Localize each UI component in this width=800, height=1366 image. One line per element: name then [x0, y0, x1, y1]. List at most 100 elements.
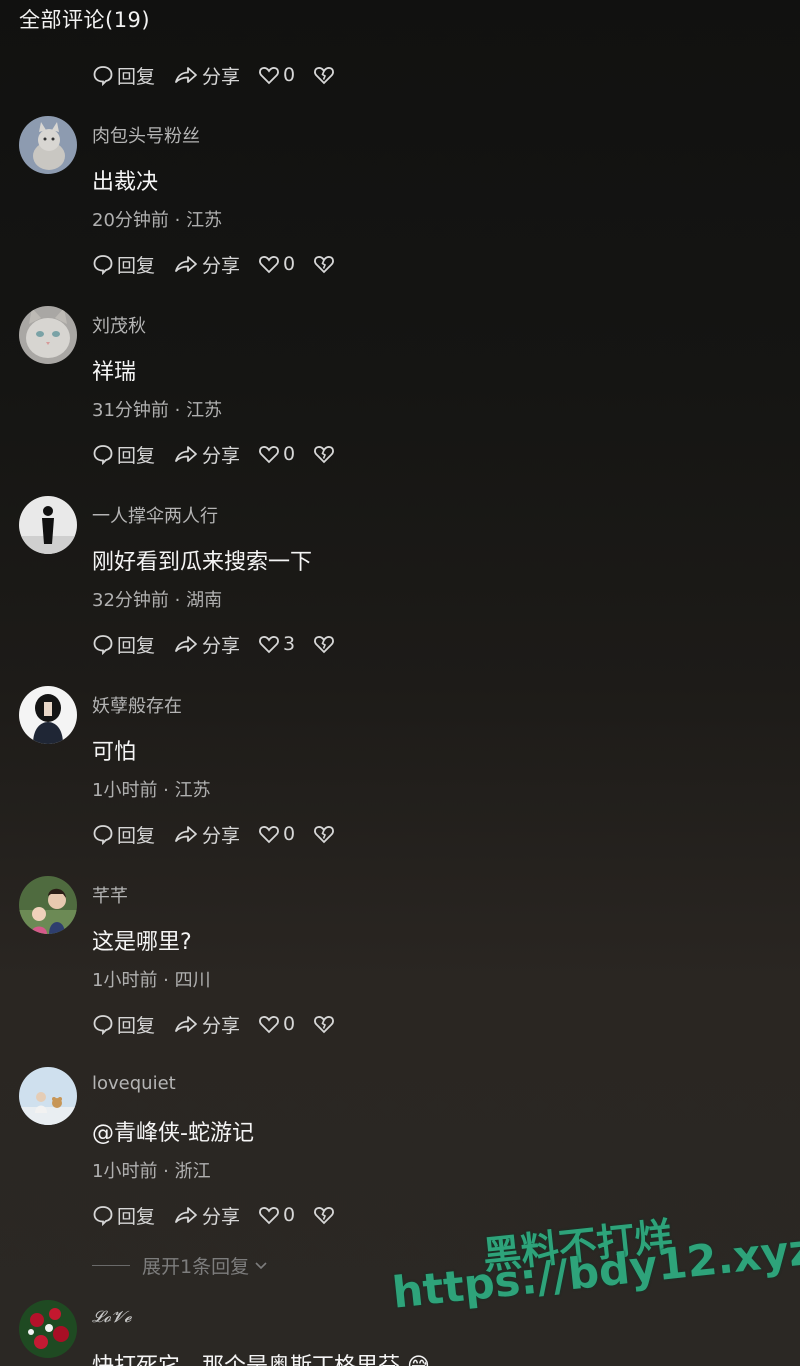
username[interactable]: 刘茂秋 [92, 312, 146, 338]
share-label: 分享 [202, 254, 241, 277]
speech-bubble-icon [93, 1015, 113, 1035]
comment-text: 刚好看到瓜来搜索一下 [92, 550, 313, 575]
action-row: 回复 分享 0 [92, 62, 353, 88]
reply-label: 回复 [117, 1014, 156, 1037]
speech-bubble-icon [93, 255, 113, 275]
comments-title: 全部评论(19) [19, 8, 151, 32]
like-count: 0 [283, 1013, 296, 1035]
heart-outline-icon [259, 636, 279, 654]
like-count: 0 [283, 443, 296, 465]
share-label: 分享 [202, 1205, 241, 1228]
share-button[interactable]: 分享 [173, 62, 240, 89]
dislike-button[interactable] [313, 823, 335, 845]
comment-meta: 1小时前 · 江苏 [92, 780, 211, 801]
comment-item: 一人撑伞两人行 刚好看到瓜来搜索一下 32分钟前 · 湖南 回复 分享 3 [0, 496, 800, 681]
avatar[interactable] [19, 1067, 77, 1125]
share-arrow-icon [175, 636, 197, 652]
share-button[interactable]: 分享 [173, 1011, 240, 1038]
username[interactable]: lovequiet [92, 1073, 176, 1094]
reply-button[interactable]: 回复 [92, 441, 155, 468]
comment-item: 妖孽般存在 可怕 1小时前 · 江苏 回复 分享 0 [0, 686, 800, 871]
heart-outline-icon [259, 1207, 279, 1225]
silhouette-avatar [19, 496, 77, 554]
expand-replies-button[interactable]: 展开1条回复 [92, 1252, 269, 1279]
comment-item: 𝓛𝓸𝓥𝓮 快打死它，那个是奥斯丁格里芬 😅 [0, 1300, 800, 1366]
share-button[interactable]: 分享 [173, 631, 240, 658]
comment-meta: 32分钟前 · 湖南 [92, 590, 223, 611]
share-arrow-icon [175, 826, 197, 842]
broken-heart-icon [314, 67, 335, 85]
speech-bubble-icon [93, 1206, 113, 1226]
broken-heart-icon [314, 636, 335, 654]
share-label: 分享 [202, 824, 241, 847]
like-button[interactable]: 3 [258, 633, 295, 655]
like-button[interactable]: 0 [258, 253, 295, 275]
comment-text: 可怕 [92, 740, 137, 765]
reply-button[interactable]: 回复 [92, 1011, 155, 1038]
like-count: 0 [283, 64, 296, 86]
dislike-button[interactable] [313, 443, 335, 465]
like-button[interactable]: 0 [258, 1013, 295, 1035]
action-row: 回复 分享 0 [92, 441, 353, 467]
username[interactable]: 𝓛𝓸𝓥𝓮 [92, 1307, 131, 1327]
comment-text: 这是哪里? [92, 930, 192, 955]
reply-button[interactable]: 回复 [92, 62, 155, 89]
heart-outline-icon [259, 1016, 279, 1034]
reply-label: 回复 [117, 444, 156, 467]
share-button[interactable]: 分享 [173, 251, 240, 278]
share-button[interactable]: 分享 [173, 441, 240, 468]
reply-button[interactable]: 回复 [92, 1202, 155, 1229]
avatar[interactable] [19, 496, 77, 554]
action-row: 回复 分享 0 [92, 1011, 353, 1037]
heart-outline-icon [259, 67, 279, 85]
share-label: 分享 [202, 634, 241, 657]
reply-label: 回复 [117, 65, 156, 88]
speech-bubble-icon [93, 66, 113, 86]
share-label: 分享 [202, 444, 241, 467]
like-count: 3 [283, 633, 296, 655]
like-count: 0 [283, 823, 296, 845]
cat-avatar [19, 116, 77, 174]
username[interactable]: 妖孽般存在 [92, 692, 182, 718]
broken-heart-icon [314, 446, 335, 464]
comment-meta: 31分钟前 · 江苏 [92, 400, 223, 421]
like-button[interactable]: 0 [258, 823, 295, 845]
dark-hair-avatar [19, 686, 77, 744]
dislike-button[interactable] [313, 253, 335, 275]
like-button[interactable]: 0 [258, 1204, 295, 1226]
comment-meta: 20分钟前 · 江苏 [92, 210, 223, 231]
username[interactable]: 一人撑伞两人行 [92, 502, 218, 528]
avatar[interactable] [19, 876, 77, 934]
share-label: 分享 [202, 1014, 241, 1037]
username[interactable]: 芊芊 [92, 882, 128, 908]
avatar[interactable] [19, 116, 77, 174]
share-button[interactable]: 分享 [173, 1202, 240, 1229]
avatar[interactable] [19, 1300, 77, 1358]
heart-outline-icon [259, 446, 279, 464]
like-button[interactable]: 0 [258, 443, 295, 465]
broken-heart-icon [314, 256, 335, 274]
expand-replies-label: 展开1条回复 [142, 1256, 250, 1278]
reply-button[interactable]: 回复 [92, 631, 155, 658]
dislike-button[interactable] [313, 64, 335, 86]
share-button[interactable]: 分享 [173, 821, 240, 848]
comment-meta: 1小时前 · 浙江 [92, 1161, 211, 1182]
comment-item: 肉包头号粉丝 出裁决 20分钟前 · 江苏 回复 分享 0 [0, 116, 800, 301]
dislike-button[interactable] [313, 1204, 335, 1226]
username[interactable]: 肉包头号粉丝 [92, 122, 200, 148]
action-row: 回复 分享 0 [92, 251, 353, 277]
like-button[interactable]: 0 [258, 64, 295, 86]
broken-heart-icon [314, 1207, 335, 1225]
share-arrow-icon [175, 1016, 197, 1032]
dislike-button[interactable] [313, 633, 335, 655]
dislike-button[interactable] [313, 1013, 335, 1035]
heart-outline-icon [259, 826, 279, 844]
reply-button[interactable]: 回复 [92, 821, 155, 848]
reply-button[interactable]: 回复 [92, 251, 155, 278]
avatar[interactable] [19, 686, 77, 744]
comment-text: 祥瑞 [92, 360, 137, 385]
avatar[interactable] [19, 306, 77, 364]
like-count: 0 [283, 253, 296, 275]
action-row: 回复 分享 0 [92, 1202, 353, 1228]
action-row: 回复 分享 0 [92, 821, 353, 847]
